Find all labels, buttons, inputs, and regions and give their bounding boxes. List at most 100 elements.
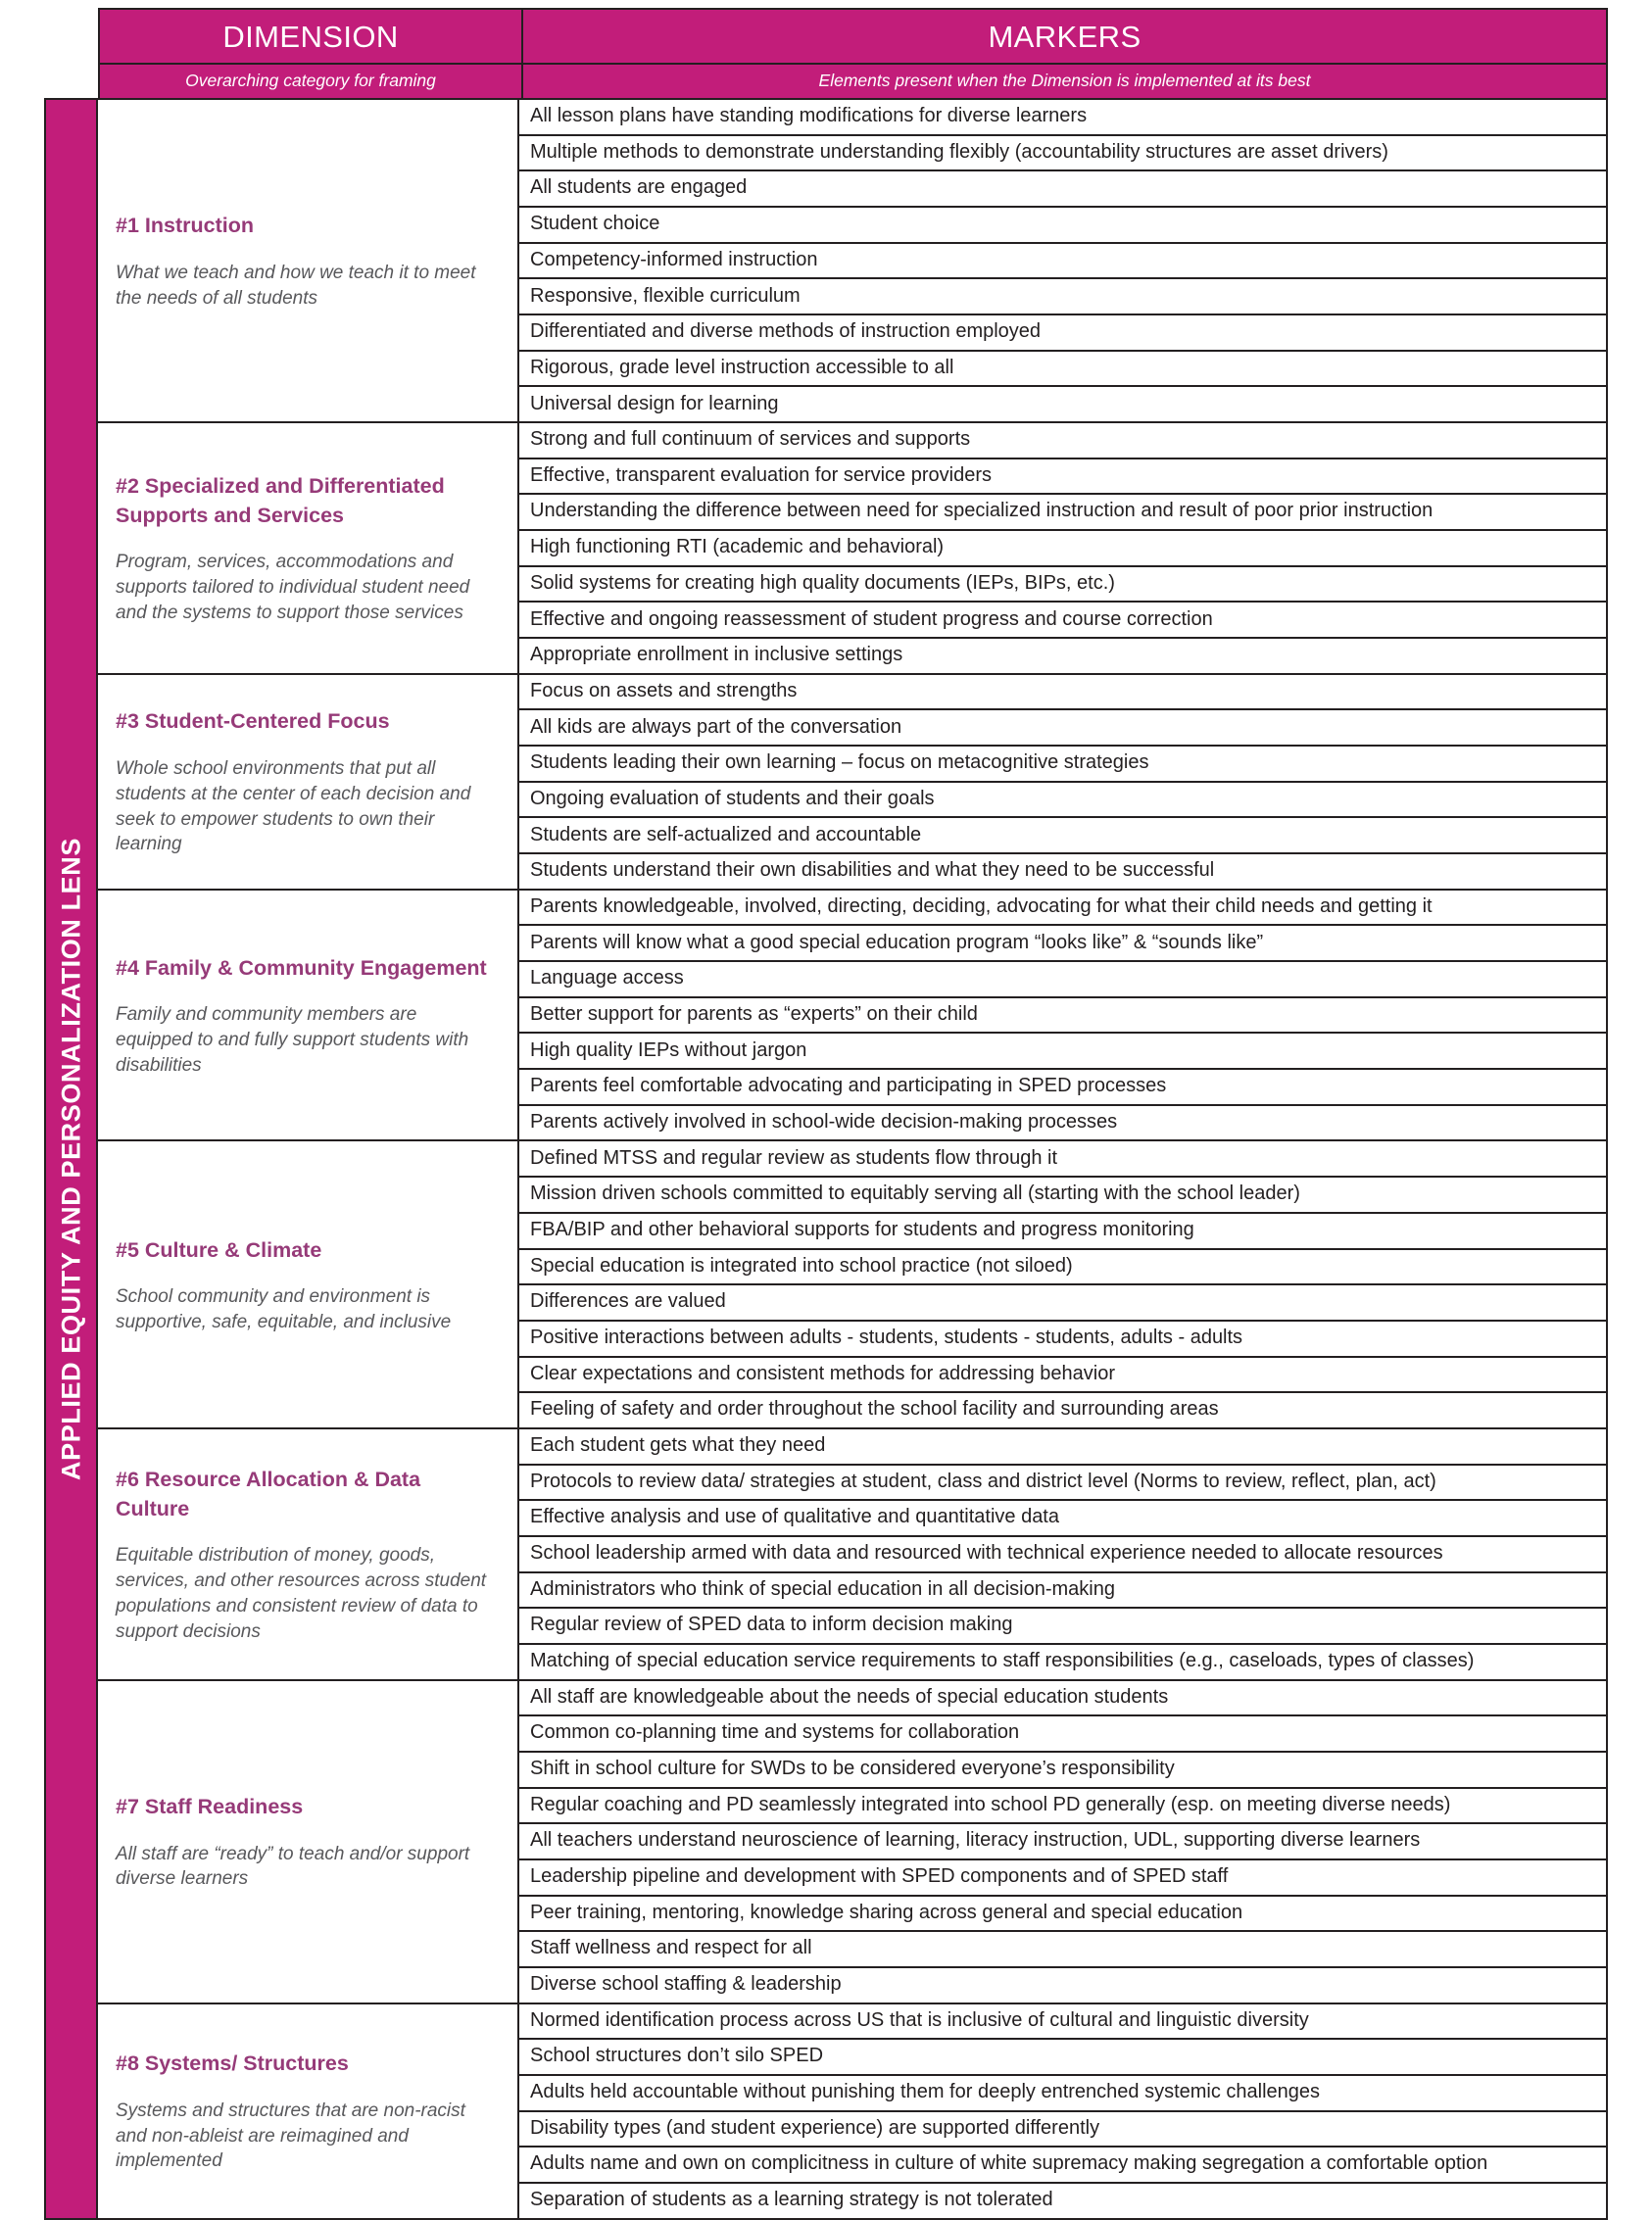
dimension-name: #1 Instruction <box>116 214 254 238</box>
dimension-title: DIMENSION <box>222 19 399 54</box>
dimension-section: #8 Systems/ Structures Systems and struct… <box>98 2003 1606 2218</box>
dimension-name: #4 Family & Community Engagement <box>116 955 487 980</box>
marker-row: High quality IEPs without jargon <box>519 1034 1606 1071</box>
marker-row: Adults name and own on complicitness in … <box>519 2148 1606 2184</box>
dimension-cell: #7 Staff Readiness All staff are “ready” … <box>98 1680 519 2003</box>
marker-row: Clear expectations and consistent method… <box>519 1358 1606 1394</box>
markers-cell: Focus on assets and strengths All kids ar… <box>519 675 1606 889</box>
marker-row: Competency-informed instruction <box>519 244 1606 280</box>
dimension-section: #5 Culture & Climate School community and… <box>98 1141 1606 1429</box>
markers-subtitle-cell: Elements present when the Dimension is i… <box>523 65 1606 98</box>
marker-row: Strong and full continuum of services an… <box>519 423 1606 459</box>
dimension-column-header: DIMENSION <box>100 10 523 63</box>
lens-label: APPLIED EQUITY AND PERSONALIZATION LENS <box>56 837 85 1480</box>
dimension-cell: #4 Family & Community Engagement Family a… <box>98 890 519 1140</box>
marker-row: High functioning RTI (academic and behav… <box>519 531 1606 567</box>
marker-row: All students are engaged <box>519 171 1606 209</box>
dimension-subtitle: Overarching category for framing <box>185 71 436 91</box>
marker-row: Effective and ongoing reassessment of st… <box>519 603 1606 640</box>
marker-row: FBA/BIP and other behavioral supports fo… <box>519 1214 1606 1250</box>
markers-title: MARKERS <box>988 19 1142 54</box>
marker-row: Students are self-actualized and account… <box>519 818 1606 855</box>
marker-row: All lesson plans have standing modificat… <box>519 100 1606 136</box>
dimension-description: Program, services, accommodations and su… <box>116 552 470 623</box>
marker-row: Regular coaching and PD seamlessly integ… <box>519 1789 1606 1825</box>
markers-cell: Each student gets what they need Protocol… <box>519 1429 1606 1679</box>
marker-row: Student choice <box>519 208 1606 244</box>
marker-row: School structures don’t silo SPED <box>519 2040 1606 2076</box>
marker-row: Parents knowledgeable, involved, directi… <box>519 891 1606 927</box>
marker-row: Students leading their own learning – fo… <box>519 747 1606 783</box>
marker-row: Better support for parents as “experts” … <box>519 998 1606 1035</box>
marker-row: Universal design for learning <box>530 392 779 414</box>
dimension-description: What we teach and how we teach it to mee… <box>116 263 476 309</box>
marker-row: Special education is integrated into sch… <box>519 1250 1606 1286</box>
marker-row: Adults held accountable without punishin… <box>519 2076 1606 2112</box>
dimension-cell: #2 Specialized and Differentiated Suppor… <box>98 423 519 673</box>
markers-cell: All lesson plans have standing modificat… <box>519 100 1606 421</box>
marker-row: Differentiated and diverse methods of in… <box>519 315 1606 352</box>
table-body: APPLIED EQUITY AND PERSONALIZATION LENS … <box>44 98 1608 2220</box>
dimension-section: #2 Specialized and Differentiated Suppor… <box>98 423 1606 675</box>
marker-row: Staff wellness and respect for all <box>519 1932 1606 1968</box>
marker-row: Normed identification process across US … <box>519 2004 1606 2041</box>
marker-row: All teachers understand neuroscience of … <box>519 1824 1606 1860</box>
marker-row: Positive interactions between adults - s… <box>519 1322 1606 1358</box>
marker-row: Defined MTSS and regular review as stude… <box>519 1141 1606 1179</box>
marker-row: Parents feel comfortable advocating and … <box>519 1070 1606 1106</box>
dimension-sections: #1 Instruction What we teach and how we t… <box>98 100 1606 2218</box>
marker-row: Solid systems for creating high quality … <box>519 567 1606 603</box>
marker-row: Effective analysis and use of qualitativ… <box>519 1501 1606 1537</box>
marker-row: Peer training, mentoring, knowledge shar… <box>519 1897 1606 1933</box>
marker-row: Parents actively involved in school-wide… <box>530 1110 1118 1133</box>
dimension-cell: #8 Systems/ Structures Systems and struct… <box>98 2003 519 2218</box>
dimension-name: #2 Specialized and Differentiated Suppor… <box>116 474 445 527</box>
marker-row: Understanding the difference between nee… <box>519 495 1606 532</box>
dimension-section: #1 Instruction What we teach and how we t… <box>98 100 1606 424</box>
dimension-description: All staff are “ready” to teach and/or su… <box>116 1843 470 1890</box>
dimension-section: #7 Staff Readiness All staff are “ready” … <box>98 1680 1606 2004</box>
markers-subtitle: Elements present when the Dimension is i… <box>818 71 1311 91</box>
marker-row: Ongoing evaluation of students and their… <box>519 783 1606 819</box>
marker-row: Administrators who think of special educ… <box>519 1573 1606 1610</box>
markers-cell: Strong and full continuum of services an… <box>519 423 1606 673</box>
marker-row: Students understand their own disabiliti… <box>530 859 1215 882</box>
marker-row: Regular review of SPED data to inform de… <box>519 1609 1606 1645</box>
dimension-section: #6 Resource Allocation & Data Culture Equ… <box>98 1428 1606 1681</box>
dimension-name: #7 Staff Readiness <box>116 1794 304 1818</box>
marker-row: Effective, transparent evaluation for se… <box>519 459 1606 496</box>
marker-row: Shift in school culture for SWDs to be c… <box>519 1753 1606 1789</box>
header-subtitle-row: Overarching category for framing Element… <box>100 63 1606 98</box>
marker-row: Rigorous, grade level instruction access… <box>519 352 1606 388</box>
marker-row: Language access <box>519 962 1606 998</box>
marker-row: Protocols to review data/ strategies at … <box>519 1466 1606 1502</box>
markers-column-header: MARKERS <box>523 10 1606 63</box>
marker-row: Separation of students as a learning str… <box>530 2189 1053 2211</box>
dimension-name: #5 Culture & Climate <box>116 1237 322 1262</box>
dimension-description: Whole school environments that put all s… <box>116 757 471 855</box>
marker-row: Multiple methods to demonstrate understa… <box>519 136 1606 172</box>
dimension-section: #3 Student-Centered Focus Whole school en… <box>98 674 1606 891</box>
dimension-description: School community and environment is supp… <box>116 1286 452 1332</box>
markers-cell: Normed identification process across US … <box>519 2004 1606 2218</box>
dimension-section: #4 Family & Community Engagement Family a… <box>98 890 1606 1142</box>
dimension-name: #6 Resource Allocation & Data Culture <box>116 1467 421 1520</box>
marker-row: Common co-planning time and systems for … <box>519 1716 1606 1753</box>
applied-equity-lens-bar: APPLIED EQUITY AND PERSONALIZATION LENS <box>46 100 98 2218</box>
dimension-description: Equitable distribution of money, goods, … <box>116 1545 487 1642</box>
marker-row: Each student gets what they need <box>519 1429 1606 1466</box>
dimension-subtitle-cell: Overarching category for framing <box>100 65 523 98</box>
dimension-name: #3 Student-Centered Focus <box>116 709 390 734</box>
markers-cell: Parents knowledgeable, involved, directi… <box>519 891 1606 1140</box>
marker-row: All kids are always part of the conversa… <box>519 710 1606 748</box>
dimension-description: Family and community members are equippe… <box>116 1004 469 1076</box>
marker-row: Matching of special education service re… <box>530 1649 1475 1671</box>
marker-row: Feeling of safety and order throughout t… <box>530 1398 1219 1421</box>
marker-row: Responsive, flexible curriculum <box>519 279 1606 316</box>
marker-row: Disability types (and student experience… <box>519 2112 1606 2148</box>
equity-framework-table-page: DIMENSION MARKERS Overarching category f… <box>0 0 1652 2220</box>
marker-row: All staff are knowledgeable about the ne… <box>519 1681 1606 1717</box>
header-title-row: DIMENSION MARKERS <box>100 10 1606 63</box>
marker-row: Differences are valued <box>519 1285 1606 1322</box>
marker-row: Focus on assets and strengths <box>519 675 1606 711</box>
